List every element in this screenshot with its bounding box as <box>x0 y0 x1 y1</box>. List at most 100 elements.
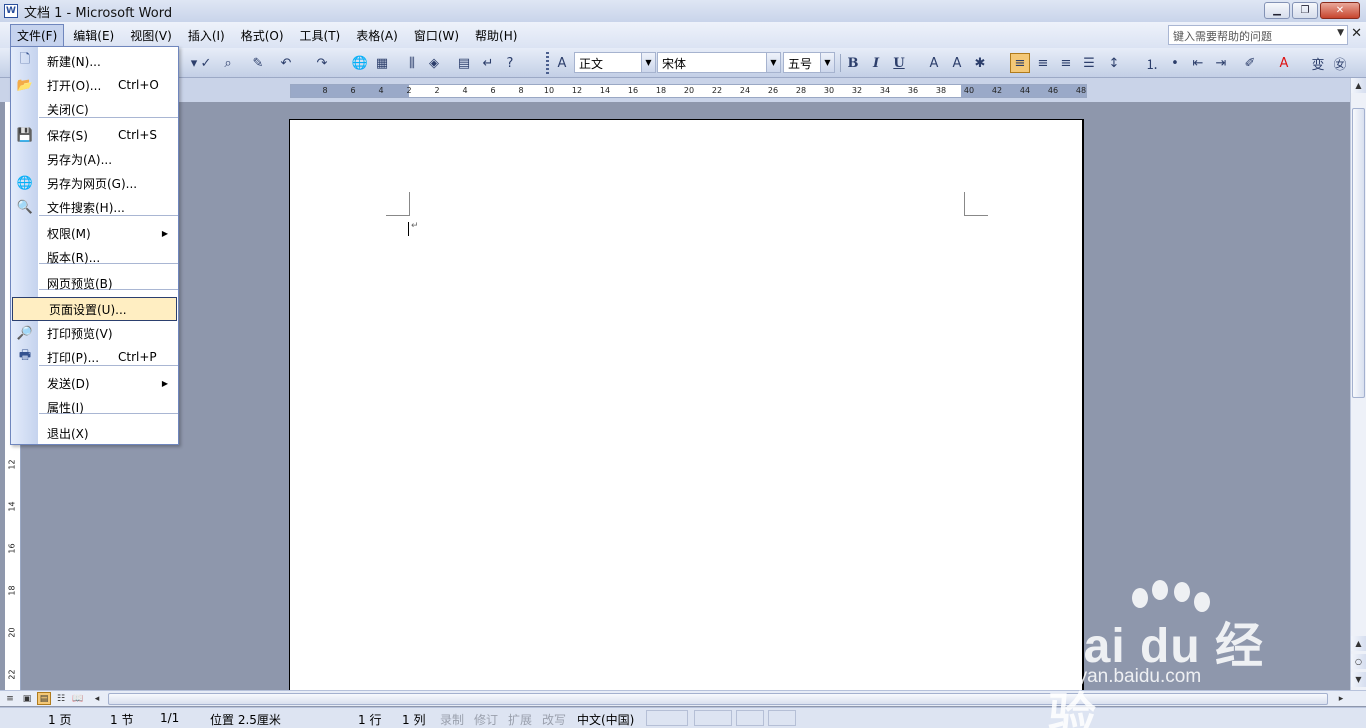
word-app-icon[interactable]: W <box>4 4 18 18</box>
web-view-button[interactable]: ▣ <box>20 692 34 705</box>
file-menu-item[interactable]: 💾 保存(S) Ctrl+S <box>11 123 178 147</box>
file-menu-item-label: 权限(M) <box>47 226 91 241</box>
drawing-icon[interactable]: ◈ <box>424 53 444 73</box>
vertical-scroll-thumb[interactable] <box>1352 108 1365 398</box>
close-document-button[interactable]: ✕ <box>1351 26 1362 41</box>
scroll-left-button[interactable]: ◂ <box>90 692 104 705</box>
file-menu-item[interactable]: 📂 打开(O)... Ctrl+O <box>11 73 178 97</box>
undo-icon[interactable]: ↶ <box>276 53 296 73</box>
reading-view-button[interactable]: 📖 <box>71 692 85 705</box>
char-shading-icon[interactable]: A <box>947 53 967 73</box>
file-menu-item-label: 页面设置(U)... <box>49 302 127 317</box>
enclose-char-icon[interactable]: ㊛ <box>1330 53 1350 73</box>
file-menu-item[interactable]: 🌐 另存为网页(G)... <box>11 171 178 195</box>
menu-format[interactable]: 格式(O) <box>234 24 291 47</box>
font-size-combo[interactable]: 五号 ▼ <box>783 52 835 73</box>
toolbar-grip[interactable] <box>546 52 549 74</box>
menu-insert[interactable]: 插入(I) <box>181 24 232 47</box>
restore-button[interactable]: ❐ <box>1292 2 1318 19</box>
research-icon[interactable]: ⌕ <box>218 53 238 73</box>
font-color-icon[interactable]: A <box>1274 53 1294 73</box>
hyperlink-icon[interactable]: 🌐 <box>350 53 370 73</box>
spelling-icon[interactable]: ✓ <box>196 53 216 73</box>
status-track-changes[interactable]: 修订 <box>474 711 498 728</box>
format-painter-icon[interactable]: ✎ <box>248 53 268 73</box>
file-menu-item-label: 关闭(C) <box>47 102 89 117</box>
char-border-icon[interactable]: A <box>924 53 944 73</box>
file-menu-item[interactable]: 关闭(C) <box>11 97 178 121</box>
highlight-icon[interactable]: ✐ <box>1240 53 1260 73</box>
print-view-button[interactable]: ▤ <box>37 692 51 705</box>
select-browse-object-button[interactable]: ○ <box>1351 654 1366 669</box>
outline-view-button[interactable]: ☷ <box>54 692 68 705</box>
document-page[interactable]: ↵ <box>289 119 1084 694</box>
menu-file[interactable]: 文件(F) <box>10 23 65 47</box>
paragraph-mark: ↵ <box>411 221 419 231</box>
table-icon[interactable]: ▦ <box>372 53 392 73</box>
file-menu-item[interactable]: 🗋 新建(N)... <box>11 49 178 73</box>
font-combo[interactable]: 宋体 ▼ <box>657 52 781 73</box>
font-size-value: 五号 <box>788 57 813 71</box>
bullets-icon[interactable]: • <box>1165 53 1185 73</box>
minimize-button[interactable]: ▁ <box>1264 2 1290 19</box>
font-dropdown-icon[interactable]: ▼ <box>766 53 780 72</box>
vertical-scrollbar[interactable]: ▲ ▲ ○ ▼ <box>1350 78 1366 690</box>
file-menu-item[interactable]: 属性(I) <box>11 395 178 419</box>
font-size-dropdown-icon[interactable]: ▼ <box>820 53 834 72</box>
justify-button[interactable]: ☰ <box>1079 53 1099 73</box>
underline-button[interactable]: U <box>889 53 909 73</box>
status-extend[interactable]: 扩展 <box>508 711 532 728</box>
increase-indent-icon[interactable]: ⇥ <box>1211 53 1231 73</box>
document-map-icon[interactable]: ▤ <box>454 53 474 73</box>
menu-table[interactable]: 表格(A) <box>349 24 405 47</box>
italic-button[interactable]: I <box>866 53 886 73</box>
line-spacing-icon[interactable]: ↕ <box>1104 53 1124 73</box>
prev-page-button[interactable]: ▲ <box>1351 636 1366 651</box>
horizontal-ruler[interactable]: 8 6 4 2 2 4 6 8 10 12 14 16 18 20 22 24 26 28 30 32 34 36 38 40… <box>290 84 1087 98</box>
file-menu-item[interactable]: 权限(M) ▶ <box>11 221 178 245</box>
file-menu-item[interactable]: 退出(X) <box>11 421 178 445</box>
redo-icon[interactable]: ↷ <box>312 53 332 73</box>
file-menu-item[interactable]: 🖶 打印(P)... Ctrl+P <box>11 345 178 369</box>
status-cell <box>736 710 764 726</box>
file-menu-item[interactable]: 网页预览(B) <box>11 271 178 295</box>
style-dropdown-icon[interactable]: ▼ <box>641 53 655 72</box>
menu-help[interactable]: 帮助(H) <box>468 24 524 47</box>
file-menu-item[interactable]: 版本(R)... <box>11 245 178 269</box>
close-window-button[interactable]: ✕ <box>1320 2 1360 19</box>
file-menu-item-label: 另存为(A)... <box>47 152 113 167</box>
status-overtype[interactable]: 改写 <box>542 711 566 728</box>
file-menu-item[interactable]: 另存为(A)... <box>11 147 178 171</box>
scroll-up-button[interactable]: ▲ <box>1351 78 1366 93</box>
next-page-button[interactable]: ▼ <box>1351 672 1366 687</box>
align-center-button[interactable]: ≡ <box>1033 53 1053 73</box>
status-page: 1 页 <box>48 713 72 727</box>
decrease-indent-icon[interactable]: ⇤ <box>1188 53 1208 73</box>
style-combo[interactable]: 正文 ▼ <box>574 52 656 73</box>
align-left-button[interactable]: ≡ <box>1010 53 1030 73</box>
menu-window[interactable]: 窗口(W) <box>407 24 466 47</box>
menu-edit[interactable]: 编辑(E) <box>66 24 121 47</box>
file-menu-item[interactable]: 发送(D) ▶ <box>11 371 178 395</box>
status-record[interactable]: 录制 <box>440 711 464 728</box>
styles-pane-icon[interactable]: A <box>552 53 572 73</box>
menu-tools[interactable]: 工具(T) <box>293 24 348 47</box>
columns-icon[interactable]: ⫼ <box>402 53 422 73</box>
scroll-right-button[interactable]: ▸ <box>1334 692 1348 705</box>
file-menu-item[interactable]: 页面设置(U)... <box>12 297 177 321</box>
file-menu-item[interactable]: 🔍 文件搜索(H)... <box>11 195 178 219</box>
align-right-button[interactable]: ≡ <box>1056 53 1076 73</box>
file-menu-item[interactable]: 🔎 打印预览(V) <box>11 321 178 345</box>
menu-view[interactable]: 视图(V) <box>123 24 179 47</box>
help-dropdown-icon[interactable]: ▼ <box>1337 28 1344 38</box>
char-scale-icon[interactable]: ✱ <box>970 53 990 73</box>
numbering-icon[interactable]: ⒈ <box>1142 53 1162 73</box>
phonetic-guide-icon[interactable]: 变 <box>1308 53 1328 73</box>
help-icon[interactable]: ? <box>500 53 520 73</box>
normal-view-button[interactable]: ≡ <box>3 692 17 705</box>
bold-button[interactable]: B <box>843 53 863 73</box>
show-hide-icon[interactable]: ↵ <box>478 53 498 73</box>
help-search-input[interactable]: 键入需要帮助的问题 <box>1168 25 1348 45</box>
print-preview-icon: 🔎 <box>16 325 34 341</box>
ruler-tick-label: 32 <box>851 86 863 95</box>
